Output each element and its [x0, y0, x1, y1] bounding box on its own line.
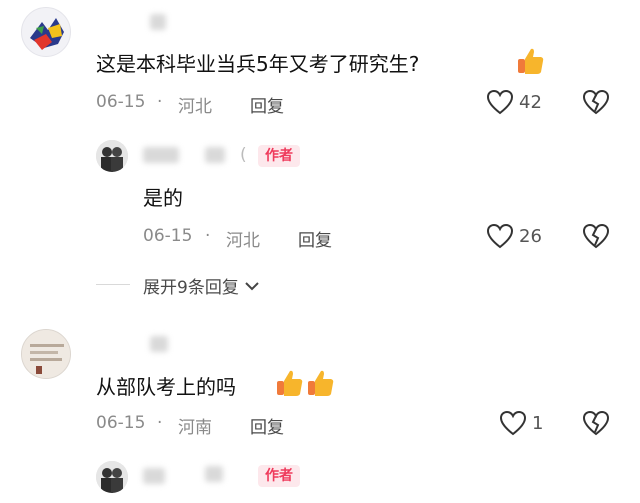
- like-button[interactable]: [486, 223, 514, 249]
- dislike-button[interactable]: [582, 410, 610, 436]
- reply-location: 河北: [226, 231, 260, 251]
- heart-icon: [499, 410, 527, 436]
- dislike-button[interactable]: [582, 223, 610, 249]
- author-badge: 作者: [258, 145, 300, 167]
- expand-replies-button[interactable]: 展开9条回复: [143, 273, 261, 298]
- comment-text: 从部队考上的吗: [96, 375, 236, 399]
- username-redacted: [150, 336, 168, 352]
- comment-location: 河南: [178, 418, 212, 438]
- reply-button[interactable]: 回复: [298, 226, 332, 251]
- thumbs-up-emoji: [516, 46, 546, 76]
- meta-separator: ·: [157, 413, 163, 433]
- like-button[interactable]: [486, 89, 514, 115]
- username-redacted: [150, 14, 166, 30]
- username-redacted: [205, 147, 225, 163]
- avatar[interactable]: [21, 7, 71, 57]
- meta-separator: ·: [157, 92, 163, 112]
- broken-heart-icon: [582, 223, 610, 249]
- username-redacted: [205, 466, 223, 482]
- comment-location: 河北: [178, 97, 212, 117]
- comment-date: 06-15: [96, 92, 146, 112]
- author-avatar[interactable]: [96, 140, 128, 172]
- thumbs-up-emoji: [275, 368, 305, 398]
- broken-heart-icon: [582, 410, 610, 436]
- like-count: 26: [519, 226, 542, 247]
- username-redacted: [143, 468, 165, 484]
- name-paren: (: [240, 145, 247, 165]
- reply-text: 是的: [143, 186, 183, 210]
- heart-icon: [486, 223, 514, 249]
- like-count: 1: [532, 413, 544, 434]
- heart-icon: [486, 89, 514, 115]
- author-badge: 作者: [258, 465, 300, 487]
- dislike-button[interactable]: [582, 89, 610, 115]
- username-redacted: [143, 147, 179, 163]
- avatar[interactable]: [21, 329, 71, 379]
- author-avatar[interactable]: [96, 461, 128, 493]
- reply-button[interactable]: 回复: [250, 413, 284, 438]
- chevron-down-icon: [245, 281, 259, 290]
- like-button[interactable]: [499, 410, 527, 436]
- thumbs-up-emoji: [306, 368, 336, 398]
- comment-date: 06-15: [96, 413, 146, 433]
- comment-text: 这是本科毕业当兵5年又考了研究生?: [96, 52, 420, 76]
- divider: [96, 284, 130, 285]
- reply-button[interactable]: 回复: [250, 92, 284, 117]
- like-count: 42: [519, 92, 542, 113]
- broken-heart-icon: [582, 89, 610, 115]
- expand-replies-label: 展开9条回复: [143, 278, 239, 298]
- meta-separator: ·: [205, 226, 211, 246]
- reply-date: 06-15: [143, 226, 193, 246]
